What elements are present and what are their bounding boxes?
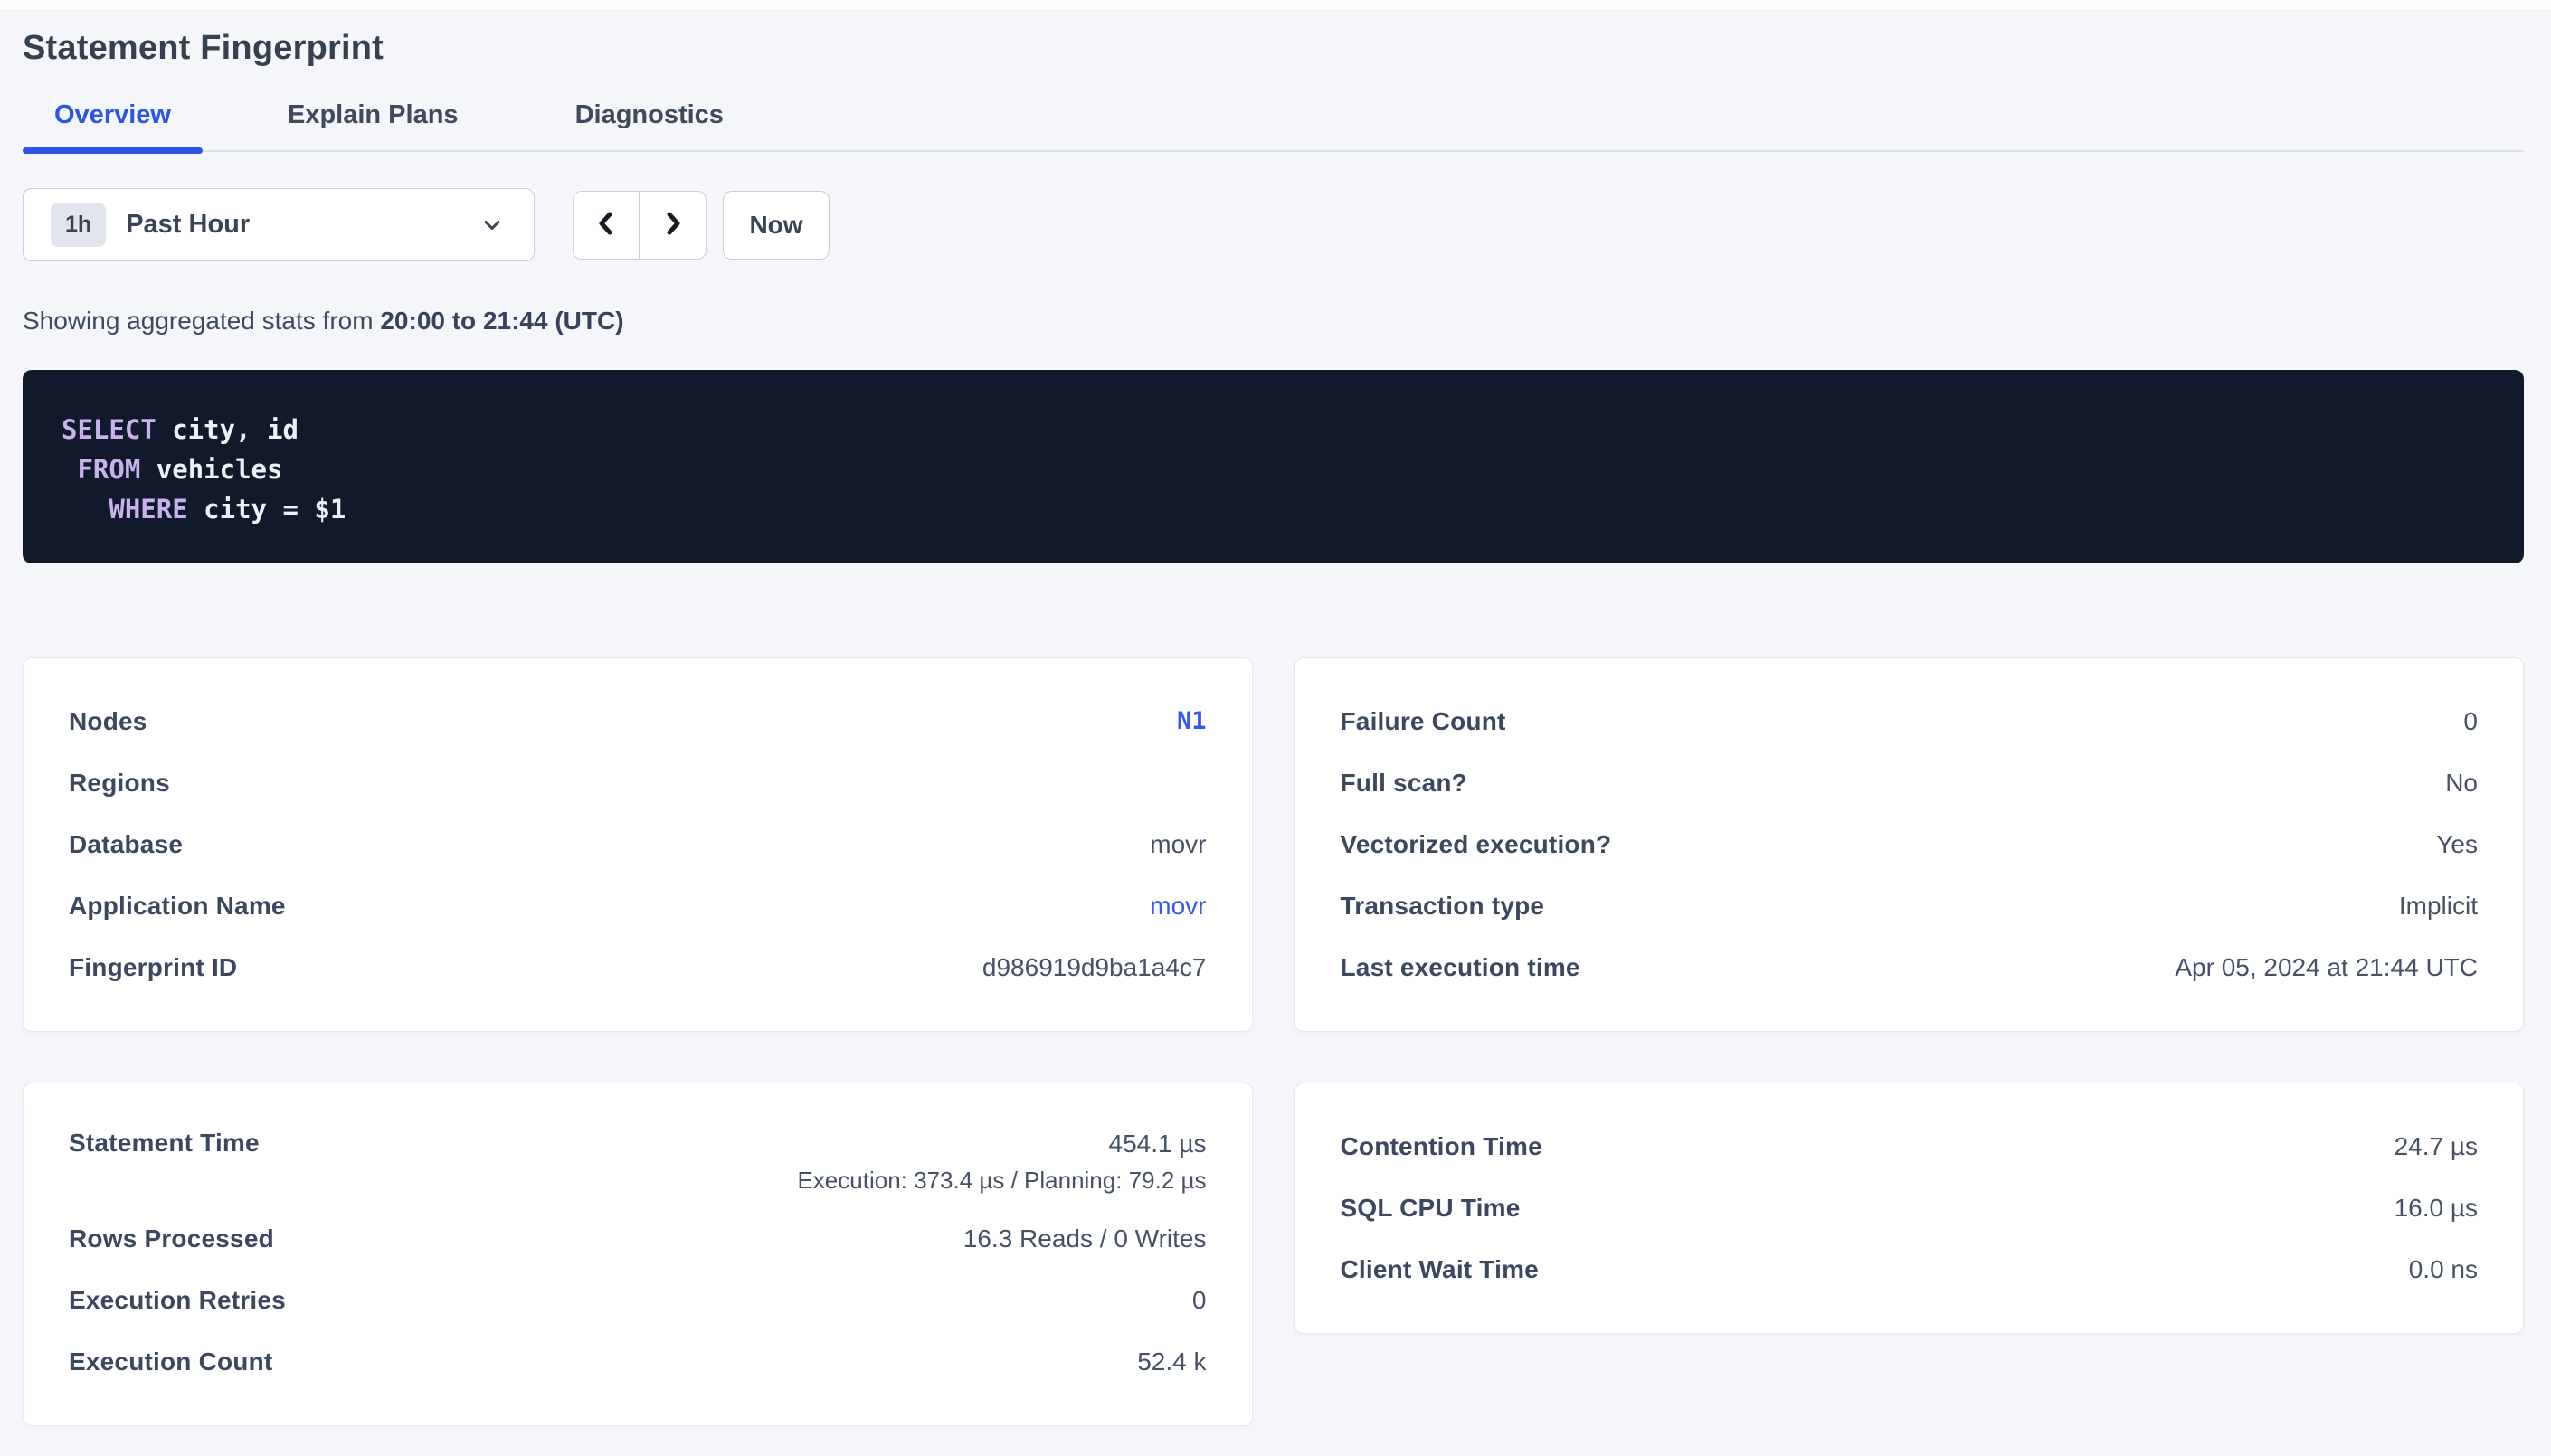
next-time-button[interactable]	[640, 192, 706, 259]
chevron-down-icon	[479, 213, 505, 238]
details-card-right: Failure Count 0 Full scan? No Vectorized exe…	[1294, 657, 2525, 1032]
card-row: Last execution time Apr 05, 2024 at 21:44…	[1341, 937, 2479, 998]
sql-text	[62, 454, 77, 485]
row-label: Contention Time	[1341, 1132, 1542, 1161]
tab-diagnostics[interactable]: Diagnostics	[544, 100, 755, 150]
row-value: 454.1 µs	[1109, 1129, 1207, 1159]
performance-card-left: Statement Time 454.1 µs Execution: 373.4 µ…	[23, 1083, 1253, 1426]
row-value: 0	[2463, 706, 2478, 737]
row-label: Client Wait Time	[1341, 1255, 1539, 1284]
details-card-left: NodesN1RegionsDatabasemovrApplication Na…	[23, 657, 1253, 1032]
statement-fingerprint-page: Statement Fingerprint Overview Explain P…	[0, 29, 2551, 1426]
row-value: 16.3 Reads / 0 Writes	[963, 1224, 1207, 1254]
row-value: Implicit	[2399, 891, 2478, 922]
card-row: Statement Time 454.1 µs Execution: 373.4 µ…	[69, 1116, 1207, 1208]
page-title: Statement Fingerprint	[23, 29, 2524, 68]
now-button[interactable]: Now	[723, 191, 830, 260]
sql-text: city, id	[156, 414, 299, 445]
row-label: Nodes	[69, 707, 147, 736]
tab-explain-plans[interactable]: Explain Plans	[256, 100, 490, 150]
card-row: Execution Retries 0	[69, 1270, 1207, 1331]
row-value: 24.7 µs	[2395, 1131, 2478, 1162]
row-value: movr	[1150, 829, 1206, 860]
interval-badge: 1h	[51, 203, 106, 247]
sql-keyword: WHERE	[109, 494, 187, 525]
time-range-label: Past Hour	[126, 210, 250, 240]
card-row: Nodes N1	[69, 691, 1207, 752]
card-row: Contention Time 24.7 µs	[1341, 1116, 2479, 1177]
card-row: Full scan? No	[1341, 752, 2479, 814]
sql-statement-box: SELECT city, id FROM vehicles WHERE city…	[23, 370, 2524, 563]
sql-text	[62, 494, 109, 525]
sql-keyword: SELECT	[62, 414, 156, 445]
row-value: Apr 05, 2024 at 21:44 UTC	[2175, 952, 2478, 983]
row-label: Last execution time	[1341, 953, 1580, 982]
card-row: Client Wait Time 0.0 ns	[1341, 1239, 2479, 1300]
previous-time-button[interactable]	[574, 192, 640, 259]
tab-overview[interactable]: Overview	[23, 100, 203, 150]
row-label: Execution Count	[69, 1347, 272, 1376]
chevron-left-icon	[592, 207, 621, 242]
row-label: Fingerprint ID	[69, 953, 237, 982]
summary-cards: NodesN1RegionsDatabasemovrApplication Na…	[23, 657, 2524, 1426]
row-label: Regions	[69, 769, 170, 798]
sql-line: FROM vehicles	[62, 449, 2483, 489]
row-label: Statement Time	[69, 1129, 260, 1158]
row-label: Application Name	[69, 892, 286, 921]
row-subvalue: Execution: 373.4 µs / Planning: 79.2 µs	[797, 1167, 1206, 1195]
card-row: Vectorized execution? Yes	[1341, 814, 2479, 875]
row-label: Failure Count	[1341, 707, 1506, 736]
row-value-link[interactable]: movr	[1150, 891, 1206, 922]
card-row: Fingerprint ID d986919d9ba1a4c7	[69, 937, 1207, 998]
sql-text: city = $1	[188, 494, 346, 525]
performance-card-right: Contention Time 24.7 µs SQL CPU Time 16.0 µ…	[1294, 1083, 2525, 1334]
card-row: Rows Processed 16.3 Reads / 0 Writes	[69, 1208, 1207, 1270]
sql-text: vehicles	[140, 454, 282, 485]
row-value: 0.0 ns	[2409, 1254, 2478, 1285]
row-label: Vectorized execution?	[1341, 830, 1612, 859]
row-label: Rows Processed	[69, 1224, 274, 1253]
summary-prefix: Showing aggregated stats from	[23, 307, 380, 335]
sql-keyword: FROM	[77, 454, 140, 485]
row-label: Execution Retries	[69, 1286, 286, 1315]
row-value: 16.0 µs	[2395, 1193, 2478, 1224]
row-value-link[interactable]: N1	[1177, 706, 1207, 737]
summary-range: 20:00 to 21:44 (UTC)	[380, 307, 623, 335]
time-range-select[interactable]: 1h Past Hour	[23, 188, 535, 261]
card-row: Failure Count 0	[1341, 691, 2479, 752]
tabs-bar: Overview Explain Plans Diagnostics	[23, 100, 2524, 152]
sql-line: WHERE city = $1	[62, 489, 2483, 529]
card-row: Regions	[69, 752, 1207, 814]
card-row: Application Name movr	[69, 875, 1207, 937]
row-label: Transaction type	[1341, 892, 1545, 921]
time-controls: 1h Past Hour	[23, 188, 2524, 261]
row-value: 52.4 k	[1137, 1347, 1206, 1377]
card-row: Transaction type Implicit	[1341, 875, 2479, 937]
row-value: Yes	[2436, 829, 2478, 860]
row-value: d986919d9ba1a4c7	[982, 952, 1207, 983]
row-value: 0	[1192, 1285, 1207, 1316]
top-strip	[0, 0, 2551, 9]
row-label: SQL CPU Time	[1341, 1194, 1521, 1223]
row-label: Full scan?	[1341, 769, 1467, 798]
aggregated-stats-summary: Showing aggregated stats from 20:00 to 2…	[23, 307, 2524, 336]
time-step-buttons	[573, 191, 707, 260]
card-row: SQL CPU Time 16.0 µs	[1341, 1177, 2479, 1239]
sql-line: SELECT city, id	[62, 410, 2483, 449]
row-label: Database	[69, 830, 183, 859]
row-value: No	[2445, 768, 2478, 799]
card-row: Database movr	[69, 814, 1207, 875]
chevron-right-icon	[659, 207, 688, 242]
card-row: Execution Count 52.4 k	[69, 1331, 1207, 1393]
